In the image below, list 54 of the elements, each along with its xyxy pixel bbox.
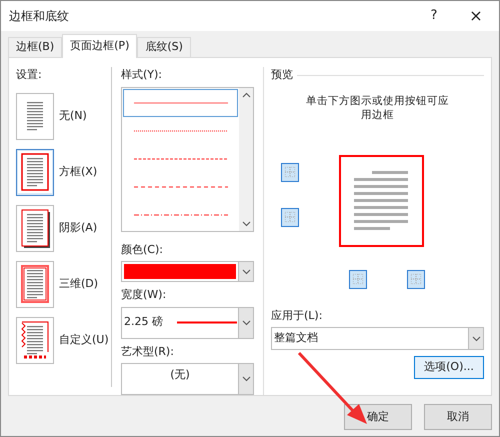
apply-to-label: 应用于(L):: [271, 308, 324, 324]
setting-label: 无(N): [59, 108, 87, 124]
line-sample-icon: [134, 214, 228, 216]
page-thumbnail-icon: [18, 263, 52, 305]
color-dropdown[interactable]: [121, 261, 254, 282]
options-button[interactable]: 选项(O)...: [414, 356, 484, 379]
border-grid-icon: [285, 167, 295, 177]
setting-option[interactable]: [16, 260, 54, 308]
line-sample-icon: [134, 102, 228, 104]
setting-label: 阴影(A): [59, 220, 98, 236]
art-dropdown[interactable]: (无): [121, 363, 254, 395]
setting-option[interactable]: [16, 92, 54, 140]
style-label: 样式(Y):: [121, 67, 164, 83]
tab[interactable]: 底纹(S): [137, 37, 191, 57]
line-sample-icon: [177, 321, 237, 324]
setting-option[interactable]: [16, 316, 54, 364]
chevron-up-icon: [242, 92, 250, 98]
chevron-down-icon: [242, 376, 250, 382]
border-grid-icon: [411, 274, 421, 284]
window-title: 边框和底纹: [9, 8, 70, 25]
chevron-down-icon: [472, 336, 480, 342]
line-sample-icon: [134, 130, 228, 132]
text-lines-icon: [354, 170, 408, 230]
setting-label: 自定义(U): [59, 332, 109, 348]
scrollbar[interactable]: [239, 88, 253, 230]
line-sample-icon: [134, 158, 228, 160]
setting-option[interactable]: [16, 148, 54, 196]
art-label: 艺术型(R):: [121, 344, 175, 360]
settings-label: 设置:: [16, 67, 43, 83]
setting-label: 方框(X): [59, 164, 98, 180]
border-side-toggle[interactable]: [407, 270, 425, 288]
setting-option[interactable]: [16, 204, 54, 252]
setting-label: 三维(D): [59, 276, 98, 292]
width-dropdown[interactable]: 2.25 磅: [121, 306, 254, 338]
border-grid-icon: [285, 212, 295, 222]
border-grid-icon: [353, 274, 363, 284]
line-style-option[interactable]: [123, 88, 238, 116]
preview-label: 预览: [271, 67, 293, 83]
help-button[interactable]: ?: [419, 6, 449, 26]
tab[interactable]: 页面边框(P): [62, 34, 138, 58]
border-side-toggle[interactable]: [349, 270, 367, 288]
border-side-toggle[interactable]: [281, 162, 299, 182]
chevron-down-icon: [242, 320, 250, 326]
chevron-down-icon: [242, 220, 250, 226]
border-side-toggle[interactable]: [281, 208, 299, 226]
tab[interactable]: 边框(B): [8, 37, 62, 57]
color-label: 颜色(C):: [121, 242, 164, 258]
apply-to-dropdown[interactable]: 整篇文档: [271, 327, 484, 350]
close-button[interactable]: ×: [461, 4, 491, 28]
preview-hint: 单击下方图示或使用按钮可应用边框: [305, 94, 450, 122]
cancel-button[interactable]: 取消: [424, 404, 492, 430]
width-label: 宽度(W):: [121, 287, 168, 303]
chevron-down-icon: [242, 268, 250, 274]
line-sample-icon: [134, 186, 228, 188]
